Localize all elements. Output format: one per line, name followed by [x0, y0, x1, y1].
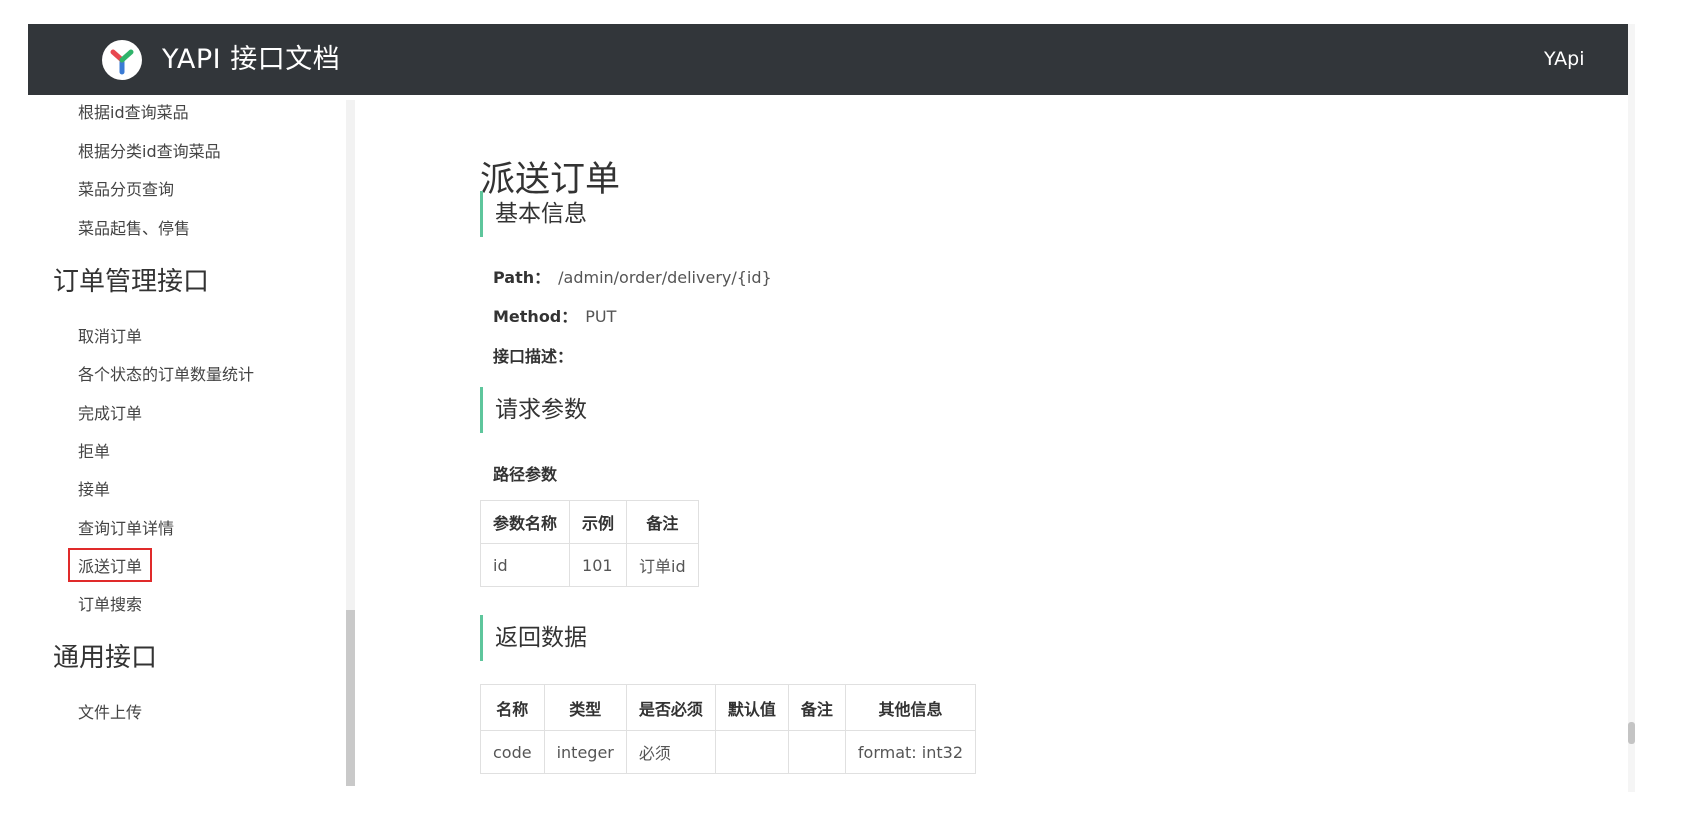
- method-value: PUT: [585, 307, 617, 326]
- sidebar-item-order-detail[interactable]: 查询订单详情: [78, 515, 174, 539]
- yapi-link[interactable]: YApi: [1544, 48, 1584, 70]
- path-params-label: 路径参数: [493, 465, 558, 484]
- column-header: 类型: [543, 684, 627, 731]
- sidebar-item-deliver-order[interactable]: 派送订单: [67, 548, 153, 582]
- table-cell: id: [479, 543, 571, 587]
- sidebar-group-order[interactable]: 订单管理接口: [53, 261, 209, 298]
- sidebar-item-order-search[interactable]: 订单搜索: [78, 591, 142, 615]
- sidebar-item-accept-order[interactable]: 接单: [78, 476, 110, 500]
- section-basic-info: 基本信息: [480, 191, 587, 237]
- section-response-data: 返回数据: [480, 615, 587, 661]
- sidebar-group-common[interactable]: 通用接口: [53, 637, 157, 674]
- column-header: 备注: [787, 684, 846, 731]
- yapi-logo-icon[interactable]: [102, 40, 142, 80]
- description-row: 接口描述：: [493, 343, 581, 367]
- sidebar-item-file-upload[interactable]: 文件上传: [78, 699, 142, 723]
- response-table: 名称 类型 是否必须 默认值 备注 其他信息 code integer 必须 f…: [480, 684, 977, 774]
- sidebar-scrollbar[interactable]: [346, 100, 355, 786]
- sidebar-item-query-dish-by-id[interactable]: 根据id查询菜品: [78, 99, 189, 123]
- table-cell: 必须: [625, 730, 716, 774]
- sidebar-item-complete-order[interactable]: 完成订单: [78, 400, 142, 424]
- sidebar-item-cancel-order[interactable]: 取消订单: [78, 323, 142, 347]
- description-label: 接口描述：: [493, 347, 574, 366]
- column-header: 是否必须: [625, 684, 716, 731]
- column-header: 示例: [569, 500, 628, 544]
- method-label: Method：: [493, 307, 578, 326]
- table-cell: [714, 730, 789, 774]
- column-header: 默认值: [714, 684, 789, 731]
- table-cell: 订单id: [626, 543, 699, 587]
- main-scrollbar-thumb[interactable]: [1628, 722, 1635, 744]
- sidebar-item-order-stats[interactable]: 各个状态的订单数量统计: [78, 361, 254, 385]
- table-header-row: 名称 类型 是否必须 默认值 备注 其他信息: [480, 684, 977, 731]
- sidebar-item-reject-order[interactable]: 拒单: [78, 438, 110, 462]
- brand-title[interactable]: YAPI 接口文档: [162, 40, 340, 80]
- section-request-params: 请求参数: [480, 387, 587, 433]
- table-row: id 101 订单id: [479, 543, 699, 587]
- main-content: 派送订单 基本信息 Path：/admin/order/delivery/{id…: [358, 95, 1626, 792]
- sidebar-item-dish-page-query[interactable]: 菜品分页查询: [78, 176, 174, 200]
- path-row: Path： /admin/order/delivery/{id}: [493, 264, 772, 288]
- sidebar-item-query-dish-by-category[interactable]: 根据分类id查询菜品: [78, 138, 221, 162]
- column-header: 备注: [626, 500, 699, 544]
- sidebar-scrollbar-thumb[interactable]: [346, 610, 355, 786]
- table-row: code integer 必须 format: int32: [480, 730, 977, 774]
- column-header: 其他信息: [844, 684, 977, 731]
- method-row: Method： PUT: [493, 303, 616, 327]
- column-header: 参数名称: [479, 500, 571, 544]
- path-value: /admin/order/delivery/{id}: [558, 268, 772, 287]
- yapi-doc-window: YAPI 接口文档 YApi 根据id查询菜品 根据分类id查询菜品 菜品分页查…: [28, 24, 1635, 792]
- main-scrollbar[interactable]: [1628, 24, 1635, 792]
- path-params-table: 参数名称 示例 备注 id 101 订单id: [479, 500, 699, 587]
- top-navigation-bar: YAPI 接口文档 YApi: [28, 24, 1628, 95]
- sidebar-item-dish-status[interactable]: 菜品起售、停售: [78, 215, 190, 239]
- table-cell: format: int32: [844, 730, 977, 774]
- table-cell: 101: [569, 543, 628, 587]
- path-label: Path：: [493, 268, 551, 287]
- sidebar-nav: 根据id查询菜品 根据分类id查询菜品 菜品分页查询 菜品起售、停售 订单管理接…: [28, 95, 348, 792]
- column-header: 名称: [480, 684, 545, 731]
- table-cell: integer: [543, 730, 627, 774]
- table-cell: [787, 730, 846, 774]
- table-header-row: 参数名称 示例 备注: [479, 500, 699, 544]
- table-cell: code: [480, 730, 545, 774]
